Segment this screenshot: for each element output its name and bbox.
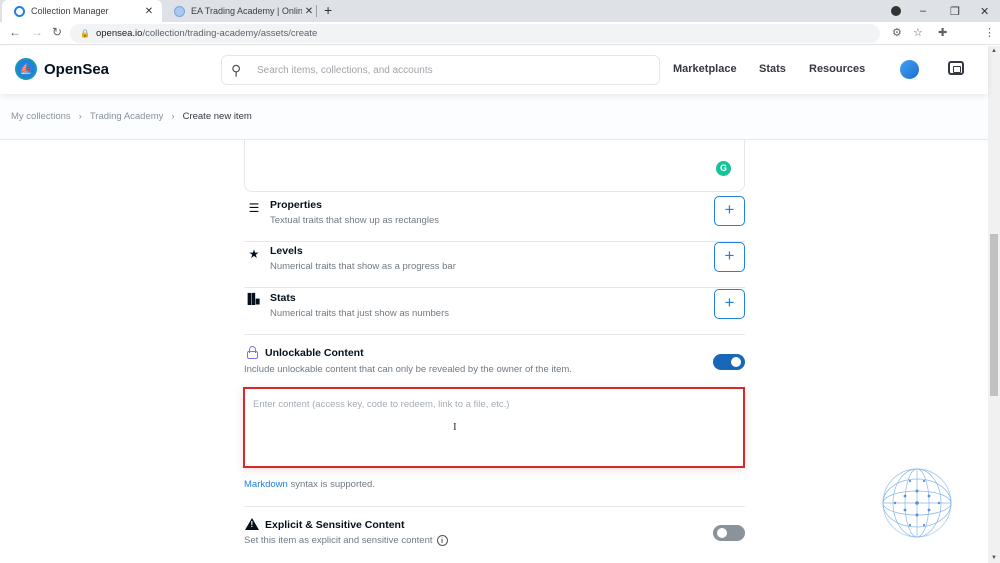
star-icon: ★: [248, 247, 260, 261]
extensions-icon[interactable]: ✚: [938, 26, 947, 39]
page-scrollbar[interactable]: ▲ ▼: [988, 46, 1000, 563]
search-icon: ⚲: [231, 61, 242, 78]
breadcrumb-trading-academy[interactable]: Trading Academy: [90, 111, 164, 122]
wallet-icon[interactable]: [948, 61, 964, 75]
search-input[interactable]: [257, 64, 659, 76]
search-box[interactable]: ⚲: [221, 55, 660, 85]
chrome-menu-icon[interactable]: ⋮: [984, 26, 995, 39]
trait-properties: ☰ Properties Textual traits that show up…: [244, 196, 745, 242]
trait-description: Numerical traits that show as a progress…: [270, 261, 456, 272]
globe-favicon-icon: [174, 5, 185, 17]
site-settings-icon[interactable]: ⚙: [892, 26, 902, 39]
section-divider: [244, 506, 745, 507]
restore-button[interactable]: ❐: [950, 0, 960, 22]
scroll-up-icon[interactable]: ▲: [991, 48, 997, 54]
globe-watermark-icon: [882, 468, 952, 538]
unlock-icon: [247, 346, 258, 360]
explicit-toggle[interactable]: [713, 525, 745, 541]
tab-close-icon[interactable]: ✕: [302, 6, 316, 17]
logo-text: OpenSea: [44, 60, 110, 78]
unlockable-title: Unlockable Content: [265, 347, 364, 359]
info-icon[interactable]: i: [436, 535, 448, 546]
trait-description: Textual traits that show up as rectangle…: [270, 215, 439, 226]
grammarly-icon[interactable]: G: [716, 161, 731, 176]
forward-icon[interactable]: →: [31, 25, 43, 39]
unlockable-description: Include unlockable content that can only…: [244, 364, 572, 375]
scroll-down-icon[interactable]: ▼: [991, 555, 997, 561]
breadcrumb-separator: ›: [78, 111, 82, 122]
trait-levels: ★ Levels Numerical traits that show as a…: [244, 242, 745, 288]
scrollbar-thumb[interactable]: [990, 234, 998, 396]
unlockable-content-field[interactable]: [243, 387, 745, 468]
breadcrumb-separator: ›: [171, 111, 175, 122]
close-window-button[interactable]: ✕: [980, 0, 989, 22]
url-host: opensea.io: [95, 28, 143, 39]
tab-title: Collection Manager: [31, 6, 109, 16]
add-levels-button[interactable]: +: [714, 242, 745, 272]
reload-icon[interactable]: ↻: [52, 25, 62, 39]
markdown-link[interactable]: Markdown: [244, 479, 288, 490]
tab-ea-trading-academy[interactable]: EA Trading Academy | Online Co ✕: [162, 0, 322, 22]
address-bar-row: ← → ↻ 🔒 opensea.io /collection/trading-a…: [0, 22, 1000, 63]
unlockable-toggle[interactable]: [713, 354, 745, 370]
site-header: ⛵ OpenSea ⚲ Marketplace Stats Resources: [0, 46, 988, 94]
trait-name: Levels: [270, 245, 303, 257]
trait-name: Stats: [270, 292, 296, 304]
tab-separator: [316, 5, 317, 17]
explicit-title: Explicit & Sensitive Content: [265, 519, 405, 531]
unlockable-content-input[interactable]: [245, 389, 743, 466]
lock-icon: 🔒: [80, 29, 90, 38]
description-textarea[interactable]: [244, 140, 745, 192]
tab-title: EA Trading Academy | Online Co: [191, 6, 302, 16]
back-icon[interactable]: ←: [9, 25, 21, 39]
nav-resources[interactable]: Resources: [809, 63, 865, 75]
text-cursor-icon: I: [453, 421, 457, 433]
trait-name: Properties: [270, 199, 322, 211]
new-tab-button[interactable]: +: [324, 2, 332, 18]
markdown-note: Markdown syntax is supported.: [244, 479, 375, 490]
nav-stats[interactable]: Stats: [759, 63, 786, 75]
breadcrumb-my-collections[interactable]: My collections: [11, 111, 71, 122]
add-properties-button[interactable]: +: [714, 196, 745, 226]
trait-stats: ▌▌▖ Stats Numerical traits that just sho…: [244, 289, 745, 335]
explicit-description: Set this item as explicit and sensitive …: [244, 535, 448, 546]
profile-avatar[interactable]: [900, 60, 919, 79]
bookmark-star-icon[interactable]: ☆: [913, 26, 923, 39]
tab-collection-manager[interactable]: Collection Manager ✕: [2, 0, 162, 22]
bar-chart-icon: ▌▌▖: [247, 294, 264, 305]
warning-icon: [245, 518, 259, 530]
markdown-note-text: syntax is supported.: [287, 479, 375, 490]
trait-description: Numerical traits that just show as numbe…: [270, 308, 449, 319]
tab-close-icon[interactable]: ✕: [142, 6, 156, 17]
minimize-button[interactable]: –: [920, 0, 926, 22]
breadcrumb-current: Create new item: [182, 111, 252, 122]
nav-marketplace[interactable]: Marketplace: [673, 63, 737, 75]
opensea-favicon-icon: [14, 5, 25, 17]
url-path: /collection/trading-academy/assets/creat…: [142, 28, 318, 39]
opensea-logo-icon: ⛵: [15, 58, 37, 80]
add-stats-button[interactable]: +: [714, 289, 745, 319]
opensea-logo[interactable]: ⛵ OpenSea: [15, 58, 109, 80]
browser-tab-bar: Collection Manager ✕ EA Trading Academy …: [0, 0, 1000, 22]
media-control-icon[interactable]: [891, 0, 901, 22]
breadcrumb: My collections › Trading Academy › Creat…: [0, 94, 988, 140]
url-field[interactable]: 🔒 opensea.io /collection/trading-academy…: [70, 24, 880, 43]
explicit-description-text: Set this item as explicit and sensitive …: [244, 535, 433, 547]
list-icon: ☰: [248, 201, 260, 215]
